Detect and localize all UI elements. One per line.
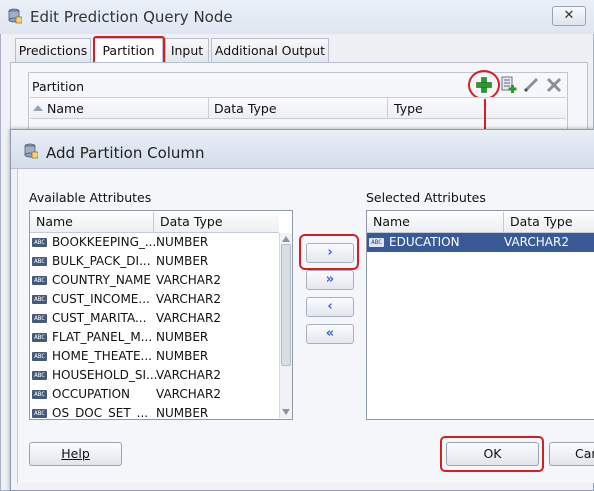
ok-button-highlight	[440, 436, 544, 472]
column-divider	[387, 98, 388, 118]
available-row[interactable]: ABC CUST_INCOME... VARCHAR2	[30, 290, 279, 309]
edit-icon[interactable]	[522, 76, 540, 94]
selected-col-name[interactable]: Name	[373, 214, 410, 229]
column-divider	[503, 212, 504, 232]
column-divider	[208, 98, 209, 118]
partition-col-name[interactable]: Name	[47, 101, 84, 116]
column-type-icon: ABC	[32, 390, 47, 399]
column-type-icon: ABC	[32, 314, 47, 323]
available-col-name[interactable]: Name	[36, 214, 73, 229]
available-row[interactable]: ABC OCCUPATION VARCHAR2	[30, 385, 279, 404]
outer-close-button[interactable]: ✕	[552, 6, 586, 26]
delete-icon[interactable]	[545, 76, 563, 94]
available-row[interactable]: ABC CUST_MARITA... VARCHAR2	[30, 309, 279, 328]
column-type-icon: ABC	[32, 295, 47, 304]
column-type-icon: ABC	[32, 257, 47, 266]
scroll-up-icon[interactable]	[282, 236, 290, 242]
available-col-data-type[interactable]: Data Type	[160, 214, 223, 229]
partition-col-type[interactable]: Type	[394, 101, 423, 116]
move-all-left-button[interactable]: «	[306, 324, 354, 344]
cancel-button[interactable]: Car	[549, 442, 594, 466]
selected-attributes-label: Selected Attributes	[366, 190, 486, 205]
partition-col-data-type[interactable]: Data Type	[214, 101, 277, 116]
column-type-icon: ABC	[32, 409, 47, 418]
scrollbar-thumb[interactable]	[281, 244, 291, 366]
sort-ascending-icon[interactable]	[33, 104, 43, 112]
add-column-icon[interactable]	[500, 76, 518, 94]
column-divider	[153, 212, 154, 232]
move-left-button[interactable]: ‹	[306, 297, 354, 317]
column-type-icon: ABC	[32, 352, 47, 361]
dialog-window-icon	[24, 143, 38, 159]
column-type-icon: ABC	[32, 371, 47, 380]
scroll-down-icon[interactable]	[282, 409, 290, 415]
available-row[interactable]: ABC COUNTRY_NAME VARCHAR2	[30, 271, 279, 290]
available-row[interactable]: ABC HOUSEHOLD_SI... VARCHAR2	[30, 366, 279, 385]
add-icon-highlight	[468, 70, 500, 100]
move-all-right-button[interactable]: »	[306, 270, 354, 290]
column-type-icon: ABC	[32, 276, 47, 285]
partition-group-label: Partition	[32, 79, 85, 94]
tab-predictions[interactable]: Predictions	[15, 38, 91, 62]
column-type-icon: ABC	[32, 333, 47, 342]
available-row[interactable]: ABC HOME_THEATE... NUMBER	[30, 347, 279, 366]
help-button-label: Help	[61, 446, 90, 461]
available-attributes-label: Available Attributes	[29, 190, 152, 205]
tab-input[interactable]: Input	[165, 38, 209, 62]
help-button[interactable]: Help	[29, 442, 122, 466]
available-row[interactable]: ABC OS_DOC_SET_... NUMBER	[30, 404, 279, 419]
available-row[interactable]: ABC BOOKKEEPING_... NUMBER	[30, 233, 279, 252]
move-right-highlight	[299, 234, 359, 270]
tab-additional-output[interactable]: Additional Output	[211, 38, 329, 62]
outer-window-title: Edit Prediction Query Node	[30, 8, 233, 26]
node-window-icon	[8, 8, 22, 24]
available-row[interactable]: ABC FLAT_PANEL_M... NUMBER	[30, 328, 279, 347]
column-type-icon: ABC	[369, 238, 384, 247]
dialog-title: Add Partition Column	[46, 144, 205, 162]
selected-col-data-type[interactable]: Data Type	[510, 214, 573, 229]
available-row[interactable]: ABC BULK_PACK_DI... NUMBER	[30, 252, 279, 271]
column-type-icon: ABC	[32, 238, 47, 247]
selected-row[interactable]: ABC EDUCATION VARCHAR2	[367, 233, 594, 252]
